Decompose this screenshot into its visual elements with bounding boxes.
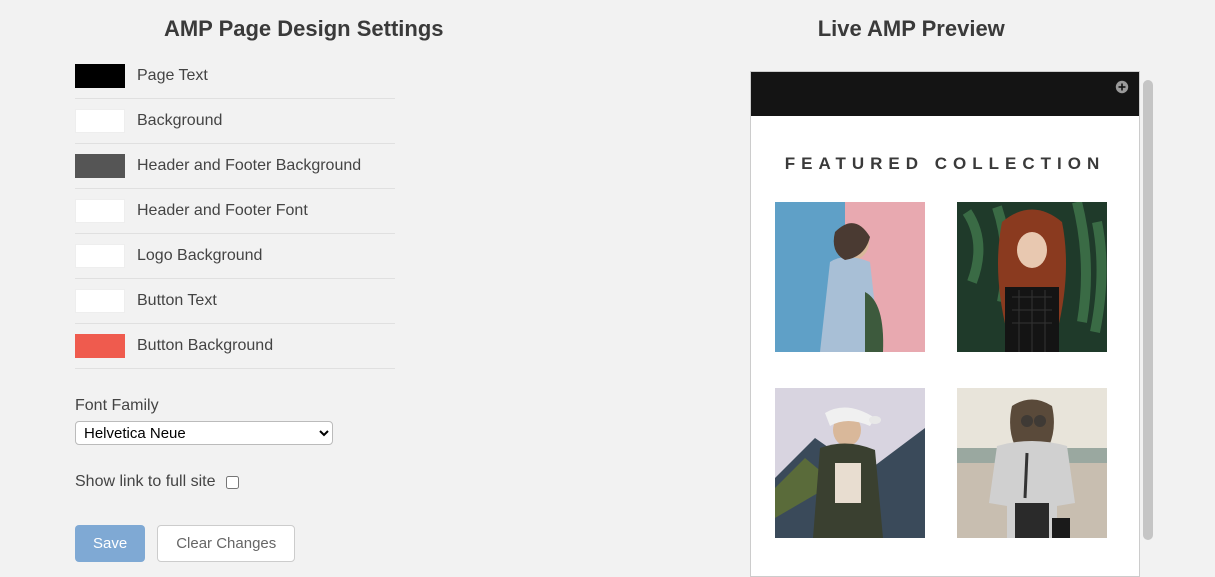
color-swatch-button-text[interactable]	[75, 289, 125, 313]
color-swatch-logo-bg[interactable]	[75, 244, 125, 268]
setting-label: Background	[137, 112, 222, 130]
setting-row-header-footer-font: Header and Footer Font	[75, 189, 395, 234]
color-swatch-background[interactable]	[75, 109, 125, 133]
preview-product-grid	[751, 202, 1139, 538]
product-image-4[interactable]	[957, 388, 1107, 538]
product-image-1[interactable]	[775, 202, 925, 352]
font-family-select[interactable]: Helvetica Neue	[75, 421, 333, 445]
setting-label: Header and Footer Background	[137, 157, 361, 175]
clear-changes-button[interactable]: Clear Changes	[157, 525, 295, 562]
color-swatch-header-footer-font[interactable]	[75, 199, 125, 223]
setting-row-header-footer-bg: Header and Footer Background	[75, 144, 395, 189]
product-image-3[interactable]	[775, 388, 925, 538]
plus-icon[interactable]	[1115, 80, 1129, 94]
show-full-site-label: Show link to full site	[75, 473, 216, 491]
setting-row-logo-bg: Logo Background	[75, 234, 395, 279]
setting-label: Button Text	[137, 292, 217, 310]
font-family-label: Font Family	[75, 397, 395, 415]
settings-title: AMP Page Design Settings	[0, 0, 608, 64]
setting-row-button-text: Button Text	[75, 279, 395, 324]
save-button[interactable]: Save	[75, 525, 145, 562]
color-settings-list: Page Text Background Header and Footer B…	[75, 64, 395, 369]
setting-label: Button Background	[137, 337, 273, 355]
show-full-site-checkbox[interactable]	[226, 476, 239, 489]
preview-scrollbar[interactable]	[1143, 80, 1153, 540]
setting-row-page-text: Page Text	[75, 64, 395, 99]
preview-title: Live AMP Preview	[608, 0, 1215, 64]
setting-label: Logo Background	[137, 247, 262, 265]
setting-label: Header and Footer Font	[137, 202, 308, 220]
color-swatch-header-footer-bg[interactable]	[75, 154, 125, 178]
preview-header-bar	[751, 72, 1139, 116]
preview-frame: FEATURED COLLECTION	[750, 71, 1140, 577]
color-swatch-page-text[interactable]	[75, 64, 125, 88]
settings-panel: AMP Page Design Settings Page Text Backg…	[0, 0, 608, 577]
product-image-2[interactable]	[957, 202, 1107, 352]
setting-label: Page Text	[137, 67, 208, 85]
preview-heading: FEATURED COLLECTION	[751, 116, 1139, 202]
color-swatch-button-bg[interactable]	[75, 334, 125, 358]
setting-row-background: Background	[75, 99, 395, 144]
setting-row-button-bg: Button Background	[75, 324, 395, 369]
